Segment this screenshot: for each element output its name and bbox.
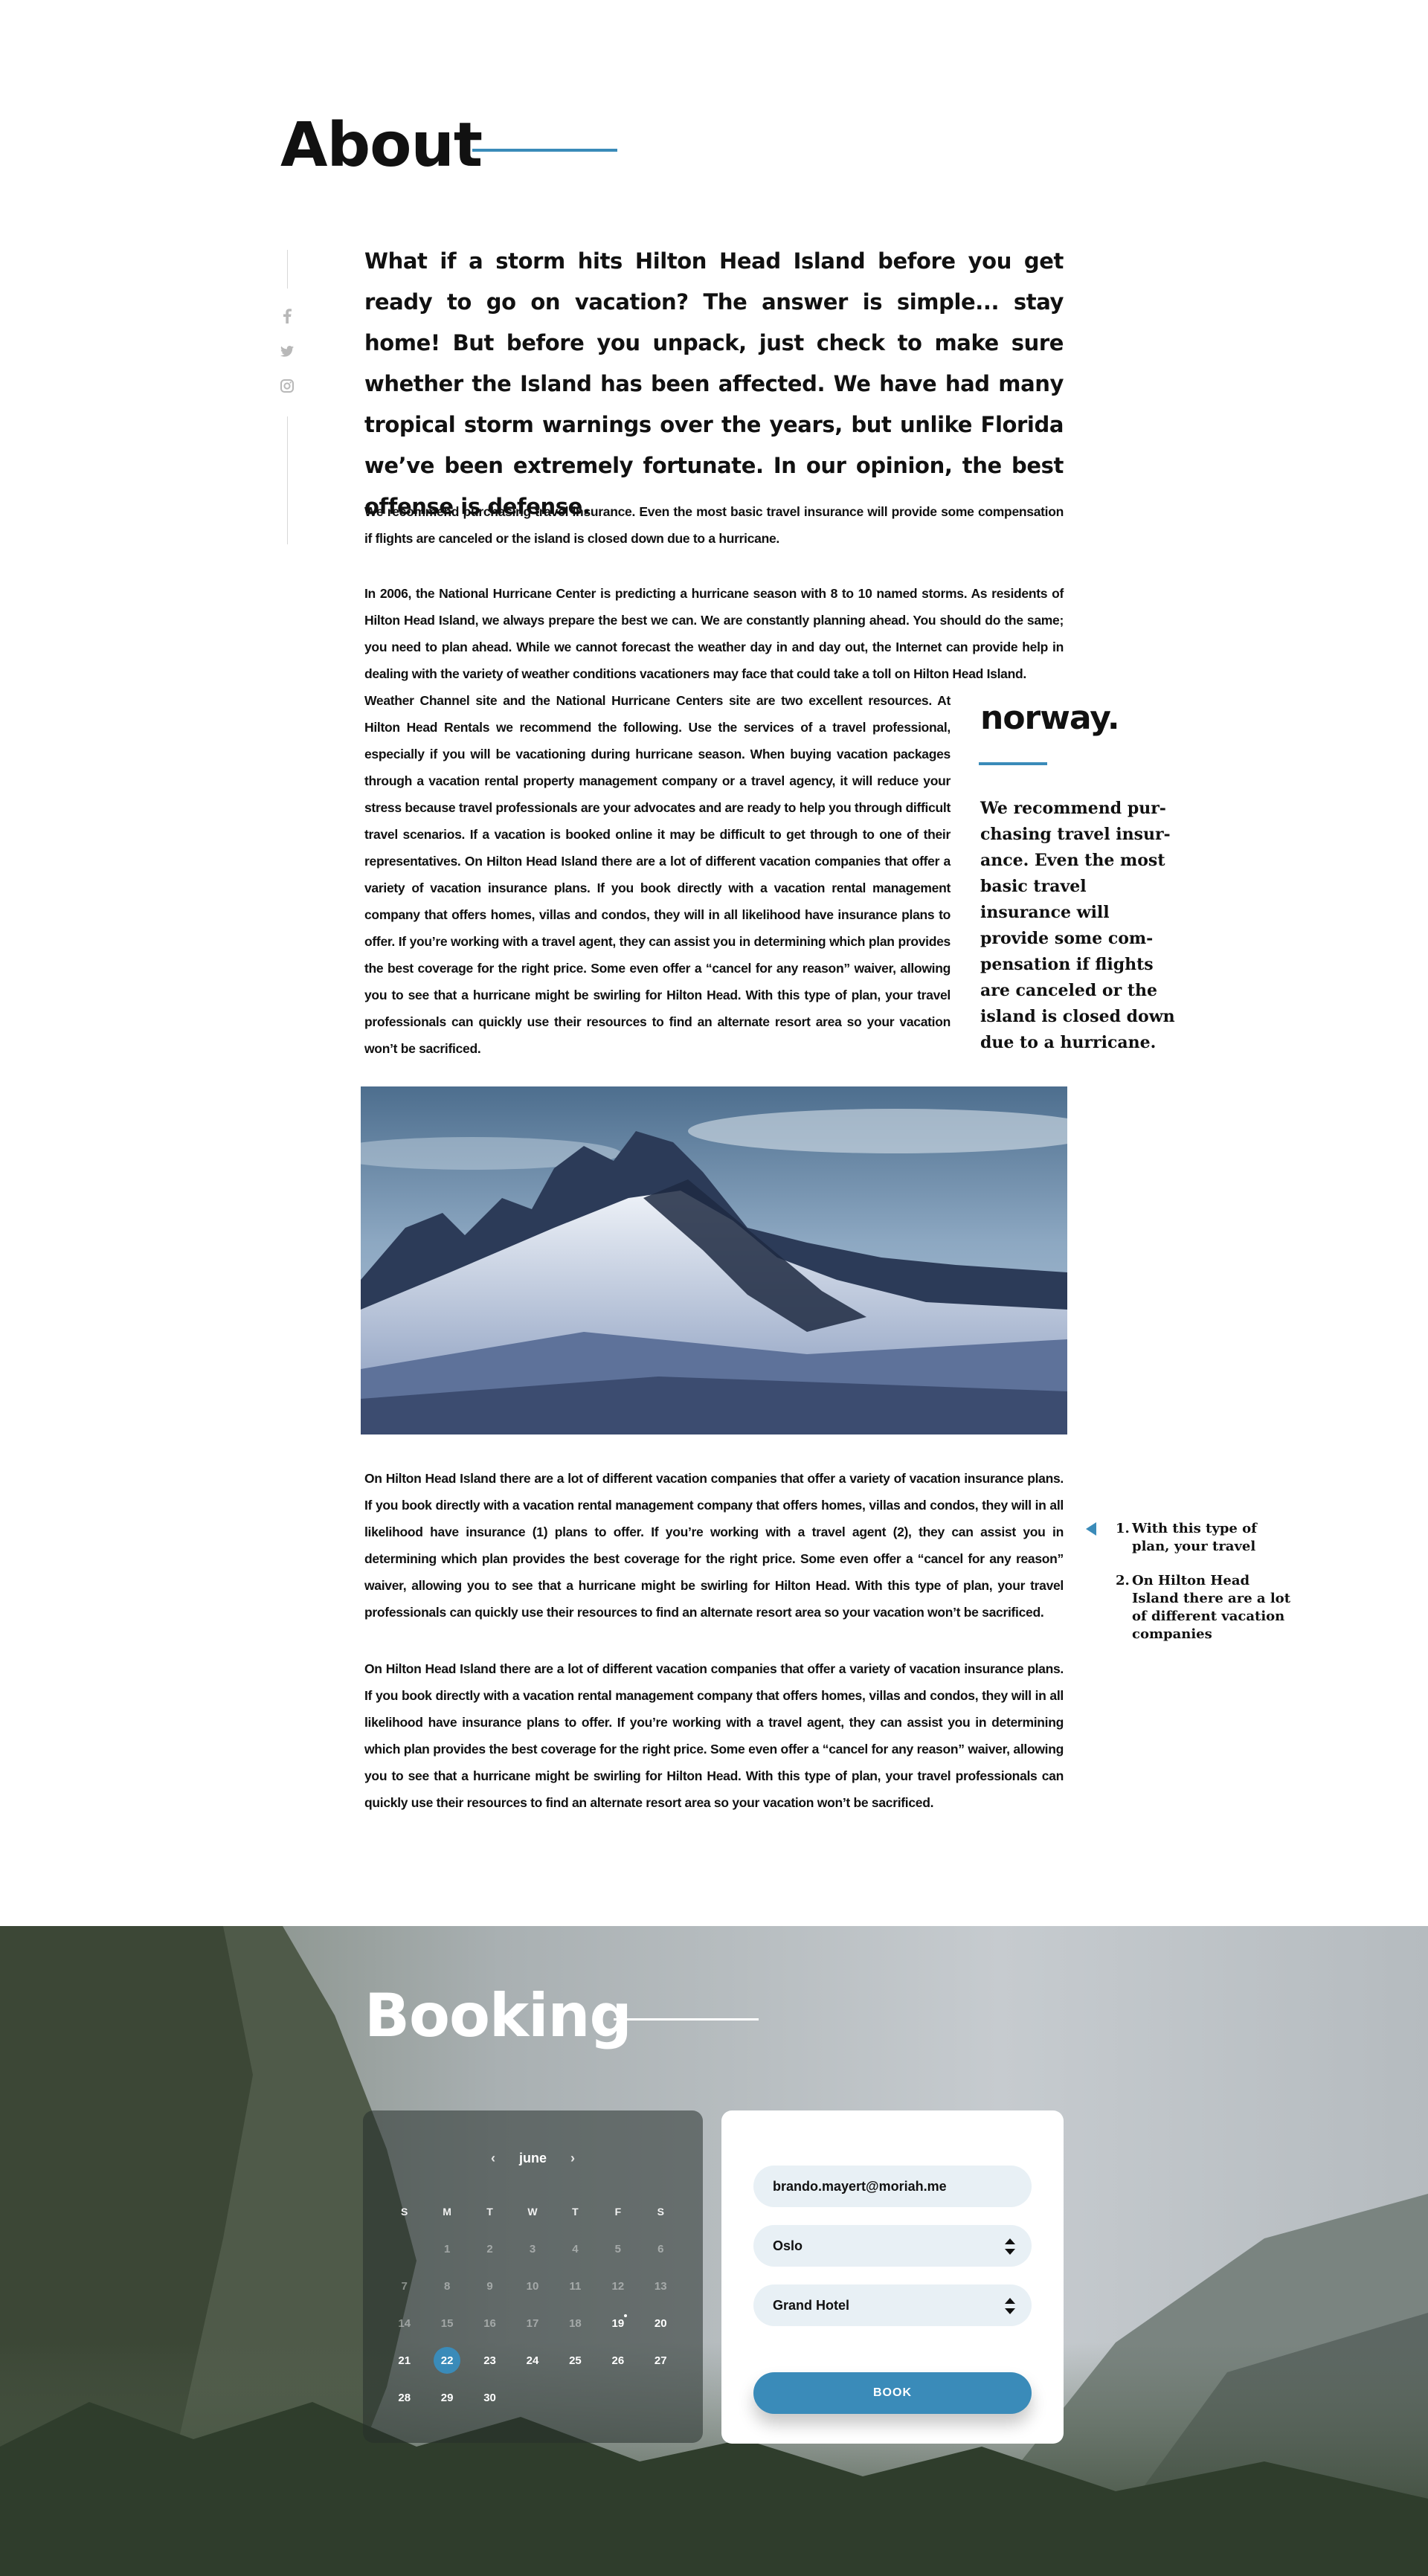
calendar-day[interactable]: 25 <box>554 2342 596 2379</box>
footnote-arrow-icon <box>1086 1522 1096 1536</box>
calendar-day: 9 <box>486 2279 493 2293</box>
calendar-day: 8 <box>443 2279 451 2293</box>
about-paragraph-2: In 2006, the National Hurricane Center i… <box>364 586 1064 681</box>
side-title: norway. <box>980 699 1120 737</box>
calendar-empty-cell <box>554 2379 596 2416</box>
calendar-day: 13 <box>654 2279 667 2293</box>
weekday-label: M <box>443 2206 451 2218</box>
city-select[interactable]: Oslo <box>753 2225 1032 2267</box>
calendar-empty-cell <box>383 2230 425 2267</box>
booking-title: Booking <box>364 1981 632 2050</box>
next-month-button[interactable]: › <box>570 2151 575 2166</box>
calendar-day[interactable]: 26 <box>596 2342 639 2379</box>
about-paragraph-1: We recommend purchasing travel insurance… <box>364 504 1064 546</box>
calendar-empty-cell <box>596 2379 639 2416</box>
calendar-day: 16 <box>483 2316 496 2330</box>
email-field[interactable] <box>753 2166 1032 2207</box>
about-paragraph-4: On Hilton Head Island there are a lot of… <box>364 1661 1064 1810</box>
select-arrows-icon <box>1005 2298 1015 2314</box>
calendar-day: 14 <box>398 2316 411 2330</box>
weekday-label: S <box>401 2206 408 2218</box>
mountain-photo <box>361 1086 1067 1434</box>
weekday-label: F <box>614 2206 622 2218</box>
calendar-day: 1 <box>443 2242 451 2255</box>
calendar-empty-cell <box>640 2379 682 2416</box>
side-title-underline <box>979 762 1047 765</box>
calendar-day[interactable]: 29 <box>425 2379 468 2416</box>
weekday-label: T <box>486 2206 493 2218</box>
twitter-icon[interactable] <box>278 342 296 360</box>
calendar-header: ‹ june › <box>363 2151 703 2166</box>
calendar-month-label: june <box>518 2151 547 2166</box>
calendar-grid: S M T W T F S 1 2 3 4 5 6 7 8 9 10 11 12 13 14 15 16 17 18 19 20 21… <box>383 2193 682 2416</box>
calendar-day: 5 <box>614 2242 622 2255</box>
prev-month-button[interactable]: ‹ <box>491 2151 495 2166</box>
about-title: About <box>280 110 483 181</box>
calendar-day[interactable]: 21 <box>383 2342 425 2379</box>
calendar-day[interactable]: 23 <box>469 2342 511 2379</box>
email-input[interactable] <box>773 2178 1012 2195</box>
calendar-day: 6 <box>657 2242 664 2255</box>
calendar-day[interactable]: 22 <box>425 2342 468 2379</box>
calendar-day: 10 <box>526 2279 539 2293</box>
social-divider-bottom <box>287 416 288 544</box>
hotel-select[interactable]: Grand Hotel <box>753 2284 1032 2326</box>
calendar-day: 12 <box>611 2279 625 2293</box>
calendar-day: 7 <box>401 2279 408 2293</box>
facebook-icon[interactable] <box>278 307 296 325</box>
calendar-day[interactable]: 30 <box>469 2379 511 2416</box>
instagram-icon[interactable] <box>278 377 296 395</box>
today-indicator <box>623 2314 627 2317</box>
social-divider-top <box>287 250 288 289</box>
calendar-day: 11 <box>569 2279 582 2293</box>
calendar-day: 4 <box>572 2242 579 2255</box>
weekday-label: S <box>657 2206 664 2218</box>
weekday-label: W <box>527 2206 538 2218</box>
booking-section: Booking ‹ june › S M T W T F S 1 2 3 4 5 6 7 8 9 10 11 12 1… <box>0 1926 1428 2576</box>
booking-form: Oslo Grand Hotel BOOK <box>721 2110 1064 2444</box>
about-title-underline <box>472 149 617 152</box>
book-button[interactable]: BOOK <box>753 2372 1032 2414</box>
about-paragraph-3: On Hilton Head Island there are a lot of… <box>364 1471 1064 1620</box>
forest-mountain-background <box>0 1926 1428 2576</box>
pull-quote: We recommend pur-chasing travel insur-an… <box>980 799 1175 1052</box>
about-lead-paragraph: What if a storm hits Hilton Head Island … <box>364 248 1064 519</box>
calendar-day[interactable]: 24 <box>511 2342 553 2379</box>
calendar-day[interactable]: 19 <box>596 2305 639 2342</box>
footnote-item: 2. On Hilton Head Island there are a lot… <box>1116 1573 1291 1642</box>
calendar-day[interactable]: 27 <box>640 2342 682 2379</box>
booking-title-underline <box>614 2018 759 2020</box>
footnote-item: 1. With this type of plan, your travel <box>1116 1521 1257 1554</box>
calendar-day: 15 <box>440 2316 454 2330</box>
calendar-day[interactable]: 20 <box>640 2305 682 2342</box>
calendar-day: 2 <box>486 2242 493 2255</box>
hotel-select-value: Grand Hotel <box>773 2297 850 2313</box>
city-select-value: Oslo <box>773 2238 803 2253</box>
calendar-day: 18 <box>569 2316 582 2330</box>
calendar-day[interactable]: 28 <box>383 2379 425 2416</box>
select-arrows-icon <box>1005 2238 1015 2255</box>
calendar-empty-cell <box>511 2379 553 2416</box>
weekday-label: T <box>572 2206 579 2218</box>
calendar-day: 17 <box>526 2316 539 2330</box>
about-paragraph-2-continued: Weather Channel site and the National Hu… <box>364 693 951 1056</box>
calendar-day: 3 <box>529 2242 536 2255</box>
date-picker-calendar: ‹ june › S M T W T F S 1 2 3 4 5 6 7 8 9 10 11 12 13 14 15 16 1… <box>363 2110 703 2443</box>
